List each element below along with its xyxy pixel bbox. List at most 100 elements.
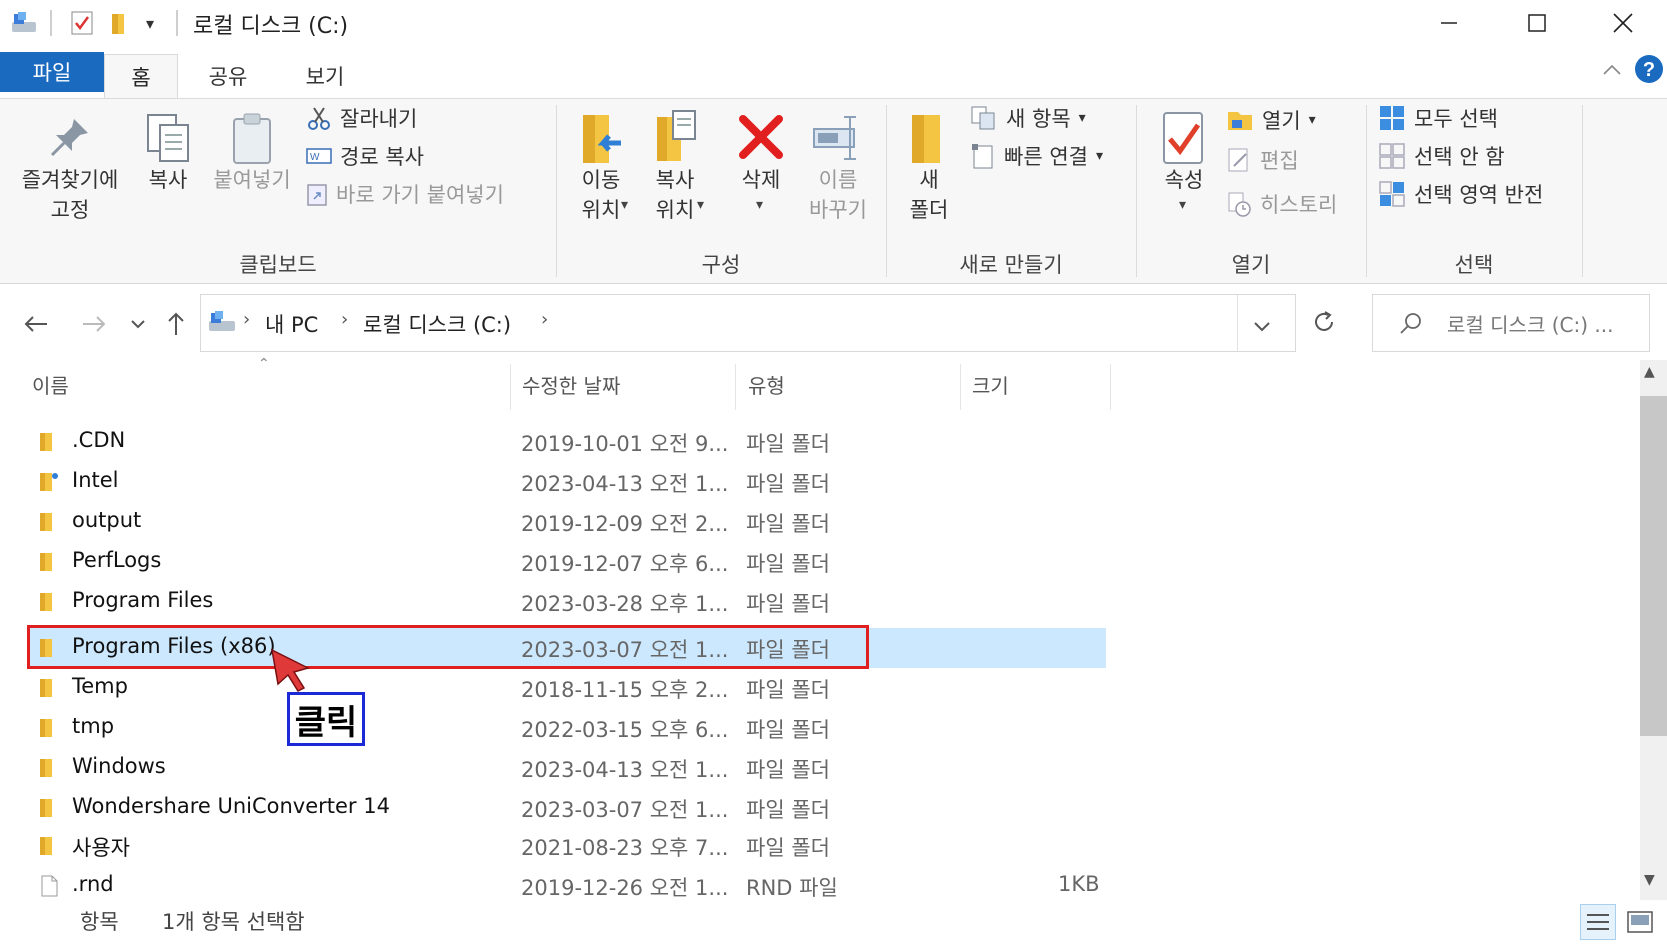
copy-button[interactable]: 복사: [136, 103, 200, 213]
move-to-button[interactable]: 이동 위치 ▾: [566, 103, 636, 233]
maximize-button[interactable]: [1493, 0, 1581, 46]
paste-button[interactable]: 붙여넣기: [204, 103, 300, 213]
rename-button[interactable]: 이름 바꾸기: [800, 103, 876, 233]
properties-button[interactable]: 속성 ▾: [1146, 103, 1222, 233]
list-item[interactable]: 사용자 2021-08-23 오후 7... 파일 폴더: [28, 826, 1106, 866]
tab-file[interactable]: 파일: [0, 52, 104, 92]
breadcrumb-local-disk[interactable]: 로컬 디스크 (C:): [363, 309, 511, 339]
column-divider[interactable]: [960, 364, 961, 410]
select-all-button[interactable]: 모두 선택: [1378, 101, 1498, 135]
column-name[interactable]: 이름: [32, 370, 69, 399]
history-button[interactable]: 히스토리: [1226, 187, 1337, 221]
list-item[interactable]: Intel 2023-04-13 오전 1... 파일 폴더: [28, 462, 1106, 502]
open-folder-icon: [1228, 112, 1252, 130]
column-divider[interactable]: [510, 364, 511, 410]
file-type: 파일 폴더: [746, 552, 830, 576]
copy-path-button[interactable]: W 경로 복사: [306, 139, 424, 173]
open-group-label: 열기: [1231, 253, 1271, 277]
copy-icon: [147, 114, 189, 162]
easy-access-icon: [972, 144, 993, 169]
help-button[interactable]: ?: [1634, 54, 1664, 84]
folder-icon: [40, 719, 52, 737]
column-type[interactable]: 유형: [748, 370, 785, 399]
paste-shortcut-button[interactable]: 바로 가기 붙여넣기: [306, 177, 504, 211]
chevron-down-icon: [1254, 322, 1270, 332]
column-divider[interactable]: [735, 364, 736, 410]
move-to-label-1: 이동: [581, 168, 621, 192]
tab-home[interactable]: 홈: [104, 54, 178, 98]
up-button[interactable]: [156, 304, 196, 344]
new-folder-quick-icon[interactable]: [108, 10, 134, 36]
pin-quick-access-button[interactable]: 즐겨찾기에 고정: [10, 103, 130, 243]
paste-shortcut-label: 바로 가기 붙여넣기: [336, 183, 504, 207]
edit-label: 편집: [1260, 149, 1299, 173]
list-item[interactable]: PerfLogs 2019-12-07 오후 6... 파일 폴더: [28, 542, 1106, 582]
search-box[interactable]: 로컬 디스크 (C:) ...: [1372, 294, 1650, 352]
scrollbar-thumb[interactable]: [1640, 396, 1667, 736]
close-button[interactable]: [1579, 0, 1667, 46]
item-count: 항목: [80, 910, 119, 934]
copy-to-label-1: 복사: [655, 168, 695, 192]
folder-icon: [40, 679, 52, 697]
chevron-down-icon: ▾: [1095, 148, 1103, 164]
select-none-button[interactable]: 선택 안 함: [1378, 139, 1505, 173]
copy-to-button[interactable]: 복사 위치 ▾: [640, 103, 710, 233]
address-end: [1299, 297, 1300, 353]
rename-icon: [813, 116, 856, 160]
pin-label-2: 고정: [50, 198, 90, 222]
scroll-down-icon[interactable]: ▼: [1644, 872, 1655, 888]
forward-button[interactable]: [74, 304, 114, 344]
column-size[interactable]: 크기: [972, 370, 1009, 399]
delete-button[interactable]: 삭제 ▾: [726, 103, 796, 233]
ribbon-tabs: 파일 홈 공유 보기 ?: [0, 46, 1667, 98]
open-button[interactable]: 열기 ▾: [1226, 103, 1316, 137]
refresh-button[interactable]: [1304, 302, 1344, 342]
file-date: 2023-04-13 오전 1...: [521, 472, 729, 496]
list-item[interactable]: Windows 2023-04-13 오전 1... 파일 폴더: [28, 748, 1106, 788]
minimize-button[interactable]: [1405, 0, 1493, 46]
breadcrumb-separator-icon: ›: [243, 309, 251, 330]
large-icons-view-button[interactable]: [1624, 906, 1656, 938]
paste-shortcut-icon: [307, 184, 327, 206]
new-item-button[interactable]: 새 항목 ▾: [970, 101, 1086, 135]
easy-access-button[interactable]: 빠른 연결 ▾: [970, 139, 1103, 173]
breadcrumb-separator-icon: ›: [541, 309, 549, 330]
list-item[interactable]: .CDN 2019-10-01 오전 9... 파일 폴더: [28, 422, 1106, 462]
file-name: Temp: [72, 674, 128, 698]
file-date: 2023-04-13 오전 1...: [521, 758, 729, 782]
navigation-bar: › 내 PC › 로컬 디스크 (C:) › 로컬 디스크 (C:) ...: [0, 284, 1667, 360]
new-folder-button[interactable]: 새 폴더: [896, 103, 962, 233]
breadcrumb-this-pc[interactable]: 내 PC: [265, 309, 318, 339]
file-type: 파일 폴더: [746, 836, 830, 860]
invert-selection-button[interactable]: 선택 영역 반전: [1378, 177, 1543, 211]
list-item[interactable]: Program Files 2023-03-28 오후 1... 파일 폴더: [28, 582, 1106, 622]
address-bar[interactable]: › 내 PC › 로컬 디스크 (C:) ›: [200, 294, 1296, 352]
column-date[interactable]: 수정한 날짜: [522, 370, 620, 399]
folder-icon: [40, 513, 52, 531]
list-item[interactable]: Wondershare UniConverter 14 2023-03-07 오…: [28, 788, 1106, 828]
list-item[interactable]: Temp 2018-11-15 오후 2... 파일 폴더: [28, 668, 1106, 708]
address-dropdown-button[interactable]: [1253, 317, 1271, 336]
scroll-up-icon[interactable]: ▲: [1644, 364, 1655, 380]
column-divider[interactable]: [1110, 364, 1111, 410]
collapse-ribbon-button[interactable]: [1600, 58, 1624, 82]
tab-share[interactable]: 공유: [190, 54, 266, 98]
details-view-button[interactable]: [1580, 904, 1616, 940]
customize-dropdown-icon[interactable]: ▾: [146, 14, 172, 40]
tab-view[interactable]: 보기: [280, 54, 370, 98]
address-divider: [1237, 295, 1238, 351]
list-item[interactable]: output 2019-12-09 오전 2... 파일 폴더: [28, 502, 1106, 542]
file-size: 1KB: [1058, 872, 1100, 896]
recent-locations-button[interactable]: [118, 304, 158, 344]
properties-quick-icon[interactable]: [70, 10, 96, 36]
back-button[interactable]: [16, 304, 56, 344]
file-name: .CDN: [72, 428, 126, 452]
file-name: Intel: [72, 468, 119, 492]
list-item[interactable]: tmp 2022-03-15 오후 6... 파일 폴더: [28, 708, 1106, 748]
file-name: Program Files: [72, 588, 214, 612]
file-date: 2019-12-09 오전 2...: [521, 512, 729, 536]
delete-label: 삭제: [741, 168, 781, 192]
edit-icon: [1228, 148, 1248, 172]
edit-button[interactable]: 편집: [1226, 143, 1299, 177]
cut-button[interactable]: 잘라내기: [306, 101, 417, 135]
